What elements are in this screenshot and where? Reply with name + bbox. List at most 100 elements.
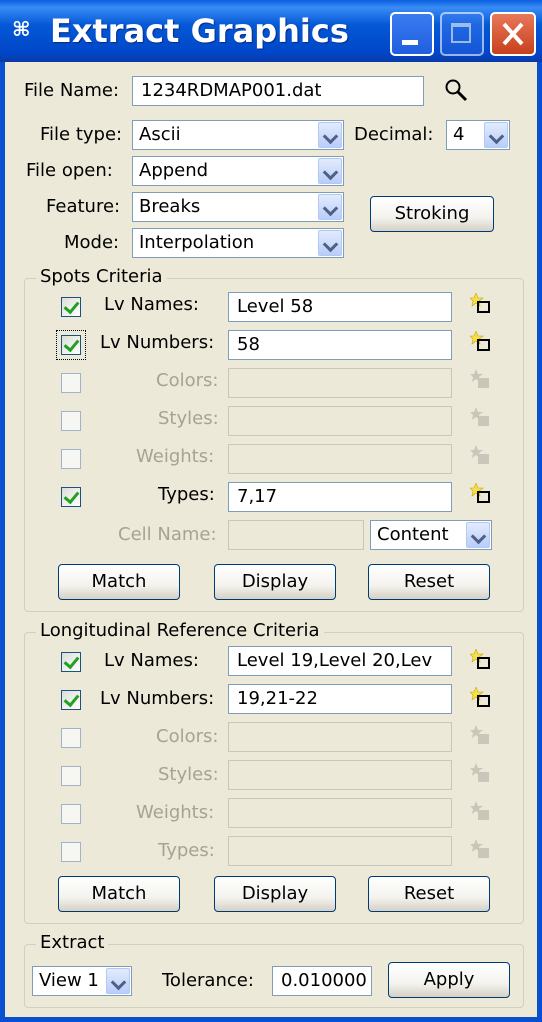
decimal-select[interactable]: 4 xyxy=(446,120,510,150)
select-element-icon xyxy=(470,407,489,426)
spots-types-input[interactable]: 7,17 xyxy=(228,482,452,512)
select-element-icon xyxy=(470,445,489,464)
spots-criteria-title: Spots Criteria xyxy=(36,266,167,287)
chevron-down-icon[interactable] xyxy=(318,194,342,220)
select-element-icon[interactable] xyxy=(470,293,492,315)
long-lv-numbers-input[interactable]: 19,21-22 xyxy=(228,684,452,714)
long-types-label: Types: xyxy=(158,840,215,861)
app-icon: ⌘ xyxy=(12,17,31,41)
file-type-select[interactable]: Ascii xyxy=(132,120,344,150)
select-element-icon xyxy=(470,839,489,858)
spots-lv-numbers-input[interactable]: 58 xyxy=(228,330,452,360)
view-select[interactable]: View 1 xyxy=(32,966,132,996)
window-frame xyxy=(537,62,542,1022)
window-frame xyxy=(0,1017,542,1022)
long-styles-label: Styles: xyxy=(158,764,219,785)
select-element-icon[interactable] xyxy=(470,649,492,671)
spots-colors-checkbox[interactable] xyxy=(61,373,81,393)
chevron-down-icon[interactable] xyxy=(318,230,342,256)
select-element-icon[interactable] xyxy=(470,331,492,353)
check-icon xyxy=(63,335,80,353)
check-icon xyxy=(63,652,80,670)
long-types-input xyxy=(228,836,452,866)
long-styles-checkbox[interactable] xyxy=(61,766,81,786)
window-title: Extract Graphics xyxy=(50,12,349,50)
spots-lv-numbers-label: Lv Numbers: xyxy=(100,332,215,353)
spots-lv-names-input[interactable]: Level 58 xyxy=(228,292,452,322)
long-colors-label: Colors: xyxy=(156,726,219,747)
long-colors-checkbox[interactable] xyxy=(61,728,81,748)
file-type-label: File type: xyxy=(40,124,123,145)
long-lv-names-label: Lv Names: xyxy=(104,650,199,671)
chevron-down-icon[interactable] xyxy=(318,122,342,148)
extract-graphics-window: ⌘ Extract Graphics File Name: 1234RDMAP0… xyxy=(0,0,542,1022)
select-element-icon xyxy=(470,801,489,820)
long-match-button[interactable]: Match xyxy=(58,876,180,912)
feature-value: Breaks xyxy=(139,196,201,217)
mode-value: Interpolation xyxy=(139,232,255,253)
feature-select[interactable]: Breaks xyxy=(132,192,344,222)
check-icon xyxy=(63,487,80,505)
longitudinal-criteria-title: Longitudinal Reference Criteria xyxy=(36,620,324,641)
select-element-icon[interactable] xyxy=(470,483,492,505)
stroking-button[interactable]: Stroking xyxy=(370,196,494,232)
spots-reset-button[interactable]: Reset xyxy=(368,564,490,600)
chevron-down-icon[interactable] xyxy=(106,968,130,994)
spots-styles-label: Styles: xyxy=(158,408,219,429)
spots-styles-input xyxy=(228,406,452,436)
spots-display-button[interactable]: Display xyxy=(214,564,336,600)
spots-types-label: Types: xyxy=(158,484,215,505)
mode-select[interactable]: Interpolation xyxy=(132,228,344,258)
spots-weights-input xyxy=(228,444,452,474)
spots-styles-checkbox[interactable] xyxy=(61,411,81,431)
minimize-button[interactable] xyxy=(390,12,434,56)
extract-title: Extract xyxy=(36,932,109,953)
long-weights-input xyxy=(228,798,452,828)
spots-lv-numbers-checkbox[interactable] xyxy=(61,335,81,355)
window-frame xyxy=(0,62,5,1022)
select-element-icon xyxy=(470,369,489,388)
long-lv-names-checkbox[interactable] xyxy=(61,652,81,672)
spots-weights-label: Weights: xyxy=(136,446,215,467)
tolerance-label: Tolerance: xyxy=(162,970,254,991)
long-styles-input xyxy=(228,760,452,790)
chevron-down-icon[interactable] xyxy=(318,158,342,184)
spots-match-button[interactable]: Match xyxy=(58,564,180,600)
spots-lv-names-checkbox[interactable] xyxy=(61,297,81,317)
file-open-label: File open: xyxy=(26,160,113,181)
long-lv-names-input[interactable]: Level 19,Level 20,Lev xyxy=(228,646,452,676)
apply-button[interactable]: Apply xyxy=(388,962,510,998)
long-weights-label: Weights: xyxy=(136,802,215,823)
cell-mode-select[interactable]: Content xyxy=(370,520,492,550)
minimize-icon xyxy=(402,40,418,45)
file-name-label: File Name: xyxy=(24,80,120,101)
cell-mode-value: Content xyxy=(377,524,449,545)
long-types-checkbox[interactable] xyxy=(61,842,81,862)
search-icon[interactable] xyxy=(444,78,470,104)
spots-weights-checkbox[interactable] xyxy=(61,449,81,469)
long-display-button[interactable]: Display xyxy=(214,876,336,912)
long-lv-numbers-checkbox[interactable] xyxy=(61,690,81,710)
select-element-icon xyxy=(470,725,489,744)
long-colors-input xyxy=(228,722,452,752)
file-name-input[interactable]: 1234RDMAP001.dat xyxy=(132,76,424,106)
check-icon xyxy=(63,297,80,315)
long-weights-checkbox[interactable] xyxy=(61,804,81,824)
close-button[interactable] xyxy=(490,12,536,56)
spots-colors-label: Colors: xyxy=(156,370,219,391)
title-bar[interactable]: ⌘ Extract Graphics xyxy=(0,0,542,62)
decimal-label: Decimal: xyxy=(354,124,434,145)
chevron-down-icon[interactable] xyxy=(466,522,490,548)
select-element-icon[interactable] xyxy=(470,687,492,709)
tolerance-input[interactable]: 0.010000 xyxy=(272,966,372,996)
file-open-select[interactable]: Append xyxy=(132,156,344,186)
long-lv-numbers-label: Lv Numbers: xyxy=(100,688,215,709)
cell-name-label: Cell Name: xyxy=(118,524,217,545)
select-element-icon xyxy=(470,763,489,782)
spots-types-checkbox[interactable] xyxy=(61,487,81,507)
file-type-value: Ascii xyxy=(139,124,181,145)
chevron-down-icon[interactable] xyxy=(484,122,508,148)
maximize-button xyxy=(440,12,484,56)
long-reset-button[interactable]: Reset xyxy=(368,876,490,912)
spots-lv-names-label: Lv Names: xyxy=(104,294,199,315)
